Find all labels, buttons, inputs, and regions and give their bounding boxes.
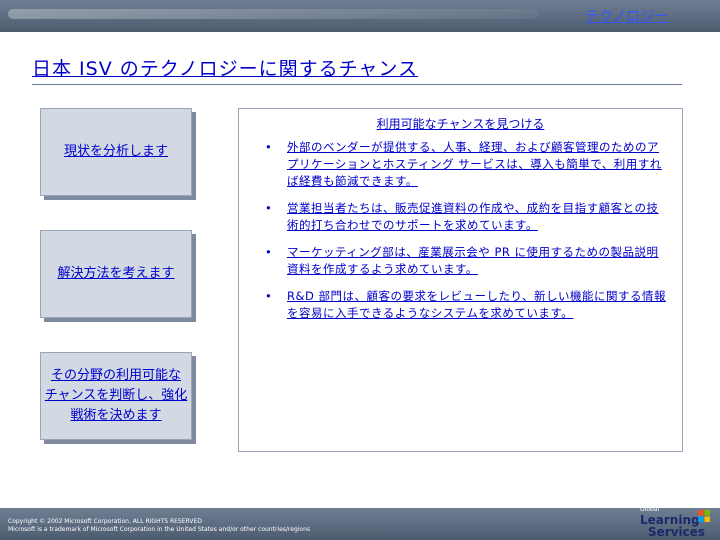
copyright-line: Copyright © 2002 Microsoft Corporation. … [8,518,202,525]
bullet-icon: • [265,289,273,303]
trademark-line: Microsoft is a trademark of Microsoft Co… [8,526,311,533]
page-title: 日本 ISV のテクノロジーに関するチャンス [32,58,419,80]
list-item: • 外部のベンダーが提供する、人事、経理、および顧客管理のためのアプリケーション… [257,139,669,190]
header-category-link[interactable]: テクノロジー [585,6,668,26]
global-learning-services-logo: Global Learning Services [640,506,712,539]
bullet-icon: • [265,140,273,154]
logo-services-text: Services [648,525,706,539]
step-solve[interactable]: 解決方法を考えます [40,230,192,318]
step-decide-line: 戦術を決めます [70,408,162,423]
opportunity-list: • 外部のベンダーが提供する、人事、経理、および顧客管理のためのアプリケーション… [257,139,669,332]
step-analyze[interactable]: 現状を分析します [40,108,192,196]
windows-flag-icon [698,510,710,522]
list-item-text: マーケッティング部は、産業展示会や PR に使用するための製品説明資料を作成する… [287,245,659,276]
opportunities-panel: 利用可能なチャンスを見つける • 外部のベンダーが提供する、人事、経理、および顧… [238,108,683,452]
step-solve-label: 解決方法を考えます [57,266,175,281]
step-decide[interactable]: その分野の利用可能な チャンスを判断し、強化 戦術を決めます [40,352,192,440]
list-item-text: R&D 部門は、顧客の要求をレビューしたり、新しい機能に関する情報を容易に入手で… [287,289,667,320]
copyright-notice: Copyright © 2002 Microsoft Corporation. … [8,518,310,534]
step-decide-line: チャンスを判断し、強化 [44,388,188,403]
panel-heading: 利用可能なチャンスを見つける [376,117,545,131]
step-decide-line: その分野の利用可能な [50,368,181,383]
bullet-icon: • [265,245,273,259]
list-item-text: 営業担当者たちは、販売促進資料の作成や、成約を目指す顧客との技術的打ち合わせでの… [287,201,659,232]
title-divider [32,84,682,85]
bullet-icon: • [265,201,273,215]
list-item: • 営業担当者たちは、販売促進資料の作成や、成約を目指す顧客との技術的打ち合わせ… [257,200,669,234]
step-analyze-label: 現状を分析します [63,144,168,159]
logo-global-text: Global [640,506,660,513]
list-item: • R&D 部門は、顧客の要求をレビューしたり、新しい機能に関する情報を容易に入… [257,288,669,322]
header-shine [8,9,538,19]
list-item-text: 外部のベンダーが提供する、人事、経理、および顧客管理のためのアプリケーションとホ… [287,140,662,188]
list-item: • マーケッティング部は、産業展示会や PR に使用するための製品説明資料を作成… [257,244,669,278]
